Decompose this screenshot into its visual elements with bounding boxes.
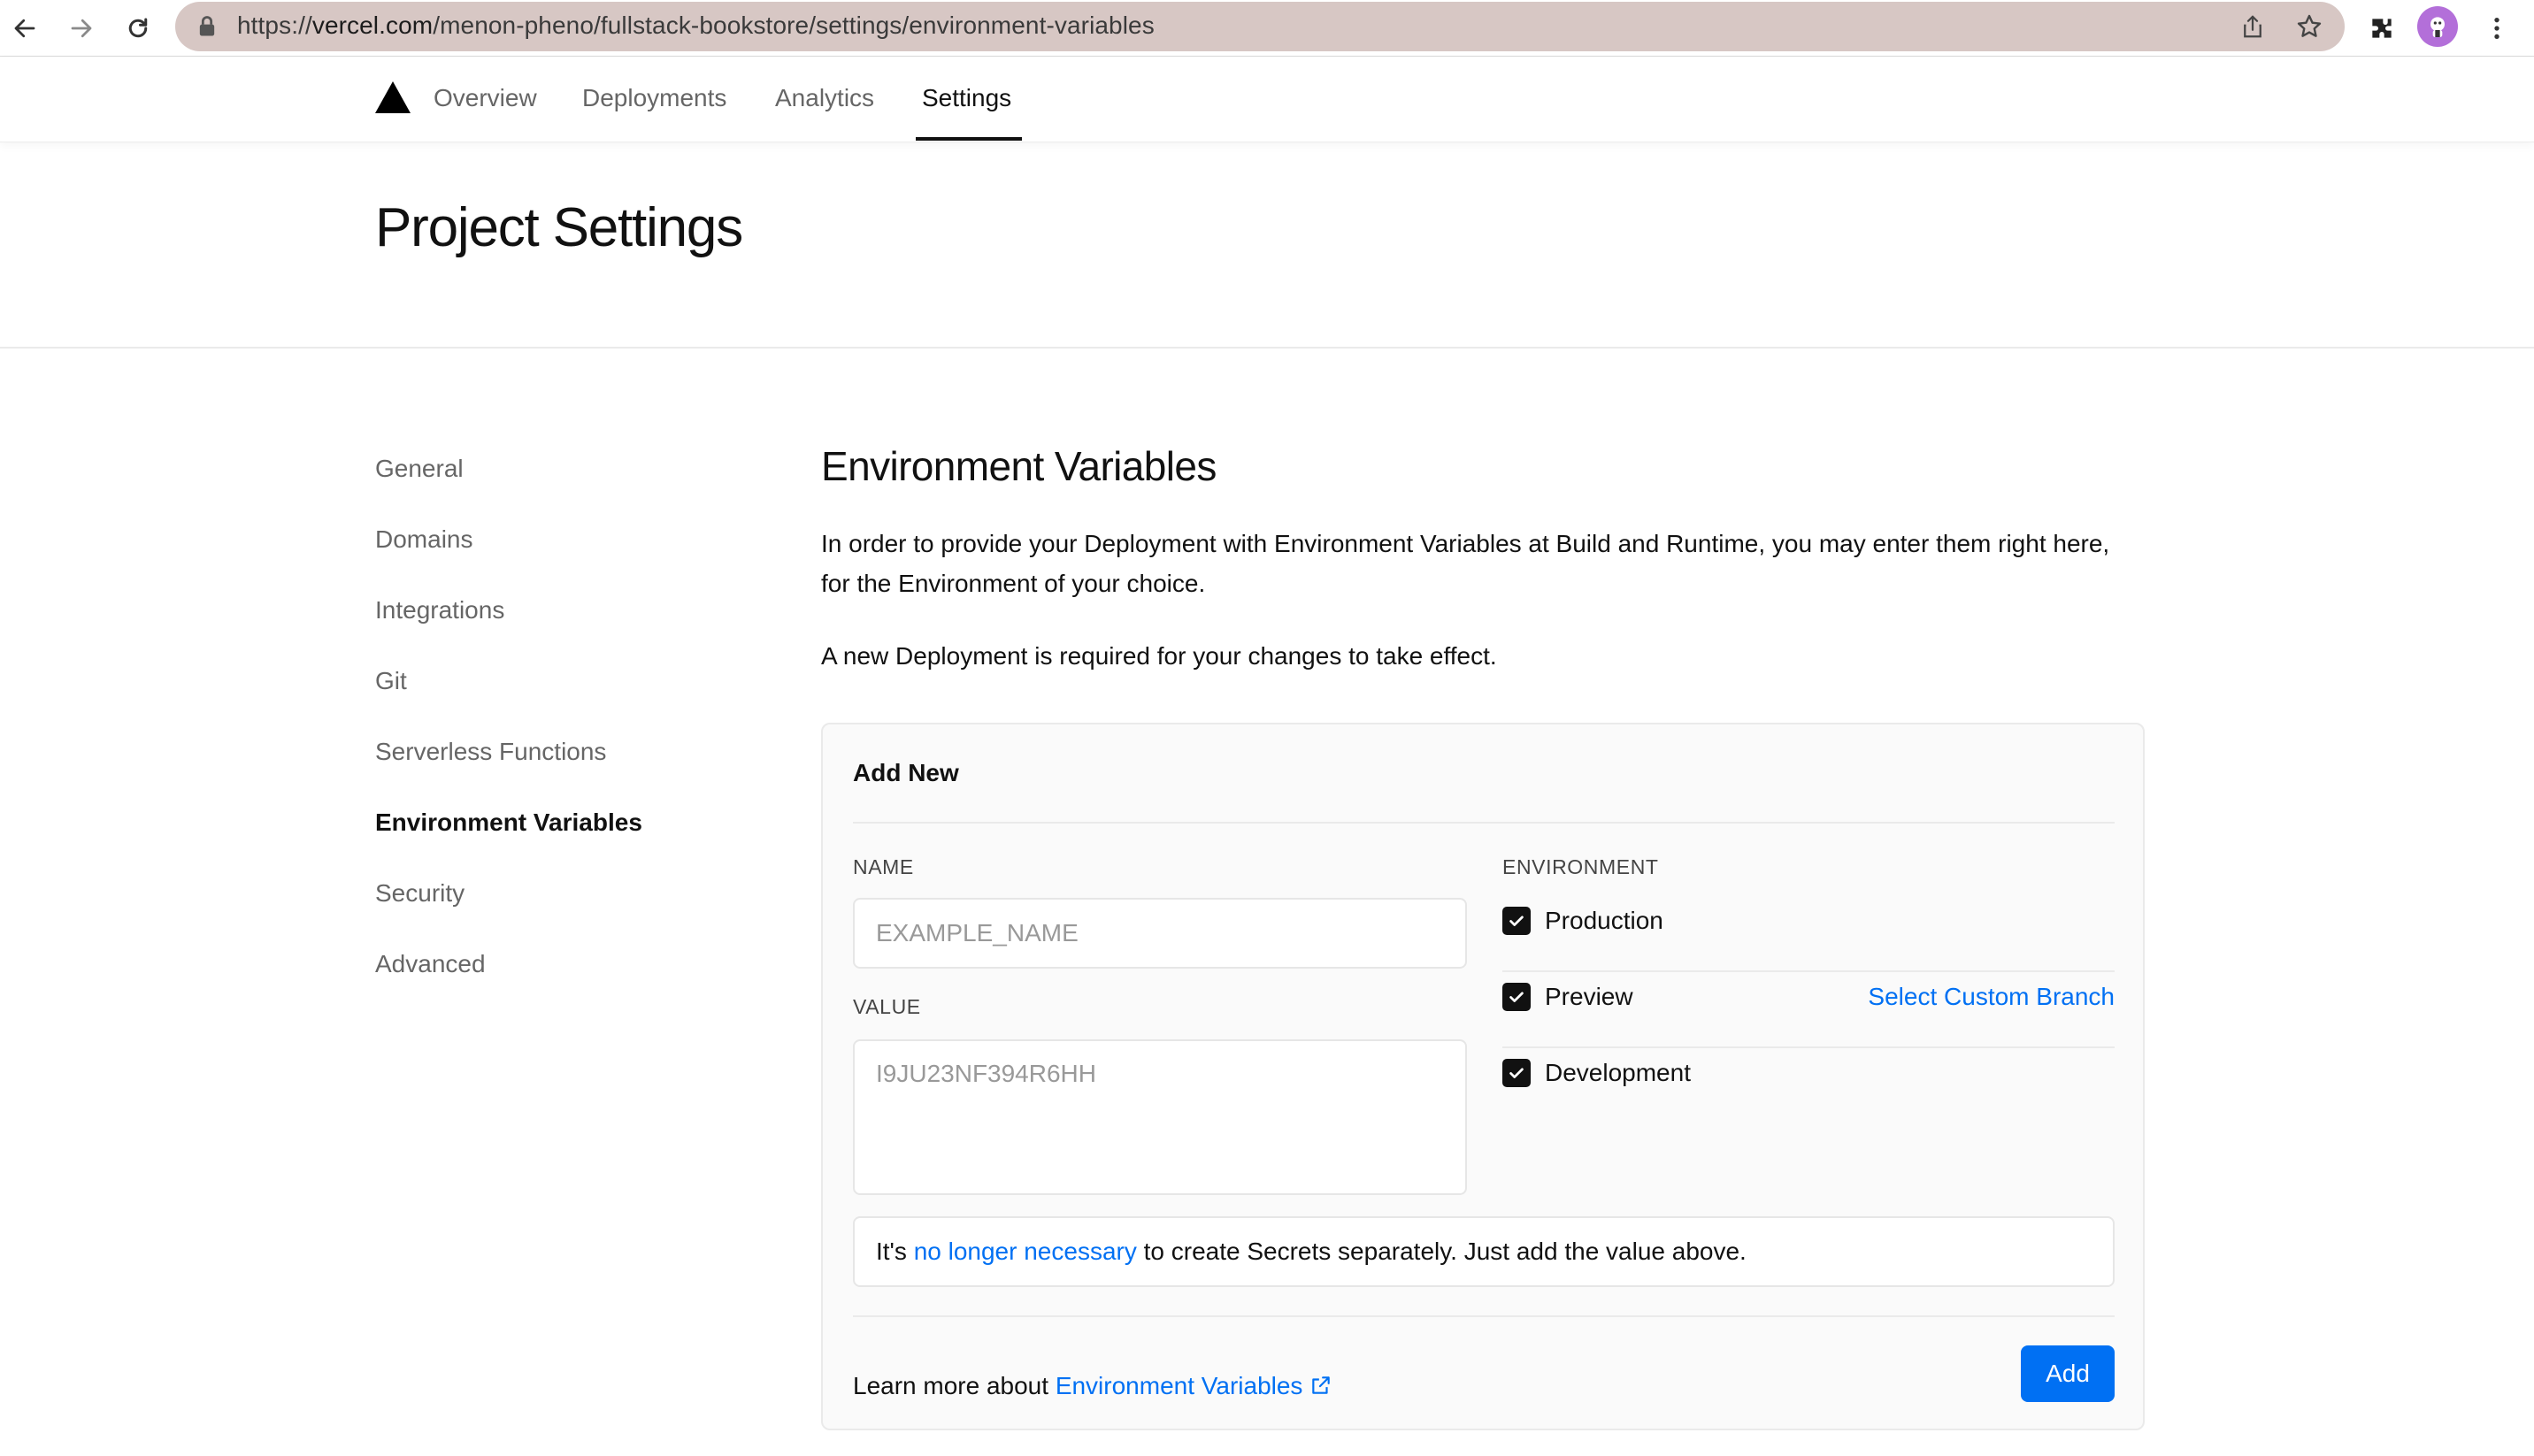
sidebar-item-git[interactable]: Git <box>375 667 407 695</box>
avatar-icon <box>2430 17 2445 37</box>
section-title: Environment Variables <box>821 443 1217 489</box>
card-title: Add New <box>853 759 959 786</box>
name-input[interactable] <box>853 898 1467 969</box>
checkmark-icon <box>1509 916 1524 926</box>
production-checkbox[interactable] <box>1502 907 1531 935</box>
production-label: Production <box>1545 907 1663 934</box>
back-arrow-icon[interactable] <box>4 7 46 50</box>
environment-variables-docs-link[interactable]: Environment Variables <box>1056 1372 1303 1399</box>
url-text: https://vercel.com/menon-pheno/fullstack… <box>237 11 1155 39</box>
environment-label: ENVIRONMENT <box>1502 855 1659 878</box>
forward-arrow-icon[interactable] <box>60 7 103 50</box>
env-row-production: Production <box>1502 885 2115 962</box>
env-row-preview: Preview Select Custom Branch <box>1502 962 2115 1038</box>
project-nav: Overview Deployments Analytics Settings <box>0 57 2534 142</box>
vercel-logo-icon[interactable] <box>375 81 411 113</box>
tab-analytics[interactable]: Analytics <box>775 84 874 112</box>
deployment-notice: A new Deployment is required for your ch… <box>821 642 1497 670</box>
profile-avatar[interactable] <box>2417 6 2458 47</box>
sidebar-item-domains[interactable]: Domains <box>375 525 472 554</box>
section-description: In order to provide your Deployment with… <box>821 530 2110 597</box>
name-label: NAME <box>853 855 914 878</box>
share-icon[interactable] <box>2237 11 2269 42</box>
card-footer-divider <box>853 1315 2115 1317</box>
browser-toolbar: https://vercel.com/menon-pheno/fullstack… <box>0 0 2534 57</box>
extensions-puzzle-icon[interactable] <box>2362 9 2401 48</box>
active-tab-indicator <box>916 137 1022 141</box>
lock-icon <box>199 16 215 36</box>
bookmark-star-icon[interactable] <box>2293 11 2325 42</box>
browser-menu-icon[interactable] <box>2477 9 2516 48</box>
sidebar-item-general[interactable]: General <box>375 455 464 483</box>
add-new-card: Add New NAME VALUE ENVIRONMENT Productio… <box>821 723 2145 1430</box>
value-label: VALUE <box>853 995 921 1018</box>
card-divider <box>853 822 2115 824</box>
tab-settings[interactable]: Settings <box>922 84 1011 112</box>
preview-checkbox[interactable] <box>1502 983 1531 1011</box>
development-label: Development <box>1545 1059 1691 1086</box>
tab-overview[interactable]: Overview <box>434 84 537 112</box>
value-textarea[interactable] <box>853 1039 1467 1195</box>
select-custom-branch-link[interactable]: Select Custom Branch <box>1868 983 2115 1011</box>
sidebar-item-serverless-functions[interactable]: Serverless Functions <box>375 738 606 766</box>
page-title: Project Settings <box>375 197 743 258</box>
sidebar-item-integrations[interactable]: Integrations <box>375 596 504 625</box>
secrets-note: It's no longer necessary to create Secre… <box>853 1216 2115 1287</box>
header-divider <box>0 347 2534 349</box>
checkmark-icon <box>1509 992 1524 1002</box>
sidebar-item-advanced[interactable]: Advanced <box>375 950 486 978</box>
checkmark-icon <box>1509 1068 1524 1078</box>
learn-more-text: Learn more about Environment Variables <box>853 1372 1332 1400</box>
tab-deployments[interactable]: Deployments <box>582 84 726 112</box>
preview-label: Preview <box>1545 983 1633 1010</box>
sidebar-item-security[interactable]: Security <box>375 879 465 908</box>
sidebar-item-environment-variables[interactable]: Environment Variables <box>375 808 642 837</box>
env-row-development: Development <box>1502 1038 2115 1114</box>
development-checkbox[interactable] <box>1502 1059 1531 1087</box>
address-bar[interactable]: https://vercel.com/menon-pheno/fullstack… <box>175 2 2345 51</box>
add-button[interactable]: Add <box>2021 1345 2115 1402</box>
no-longer-necessary-link[interactable]: no longer necessary <box>914 1238 1137 1265</box>
reload-icon[interactable] <box>117 7 159 50</box>
external-link-icon[interactable] <box>1309 1374 1332 1397</box>
